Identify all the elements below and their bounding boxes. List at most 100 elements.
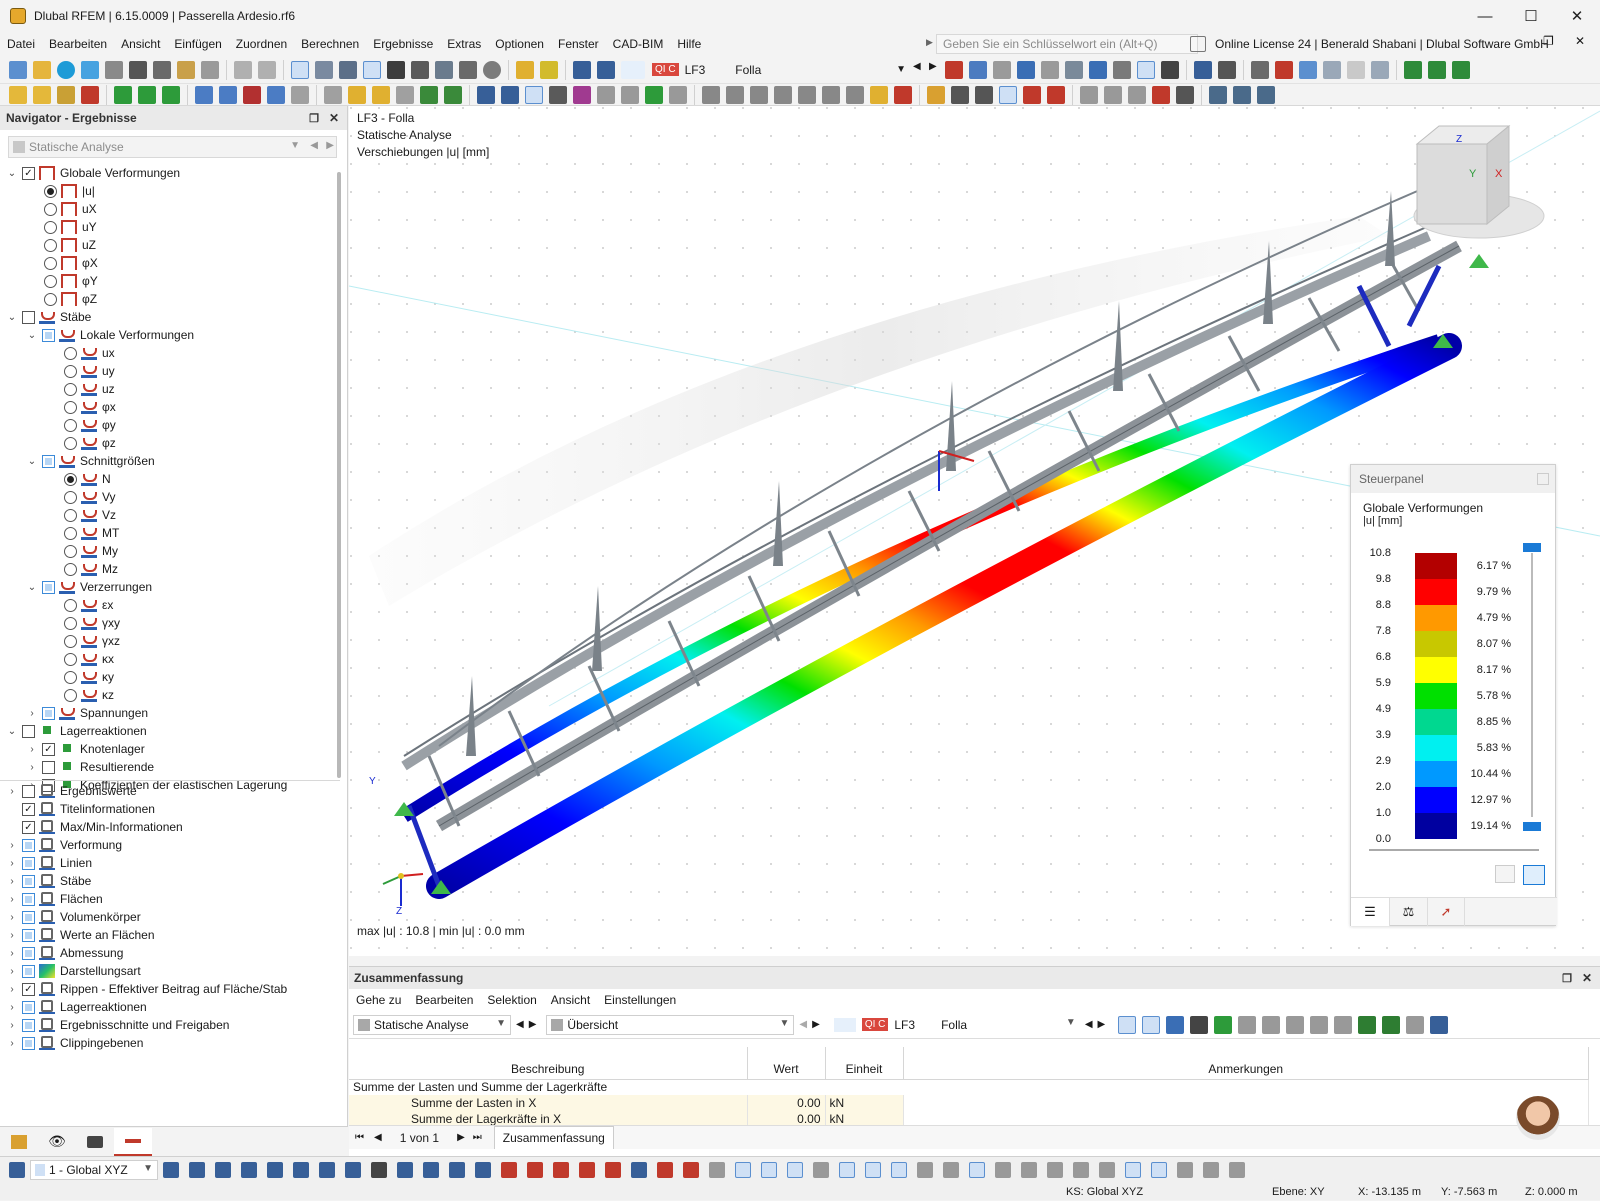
tree-item-gxy[interactable]: γxy (0, 614, 340, 632)
nodal-support-icon[interactable] (114, 85, 132, 104)
menu-hilfe[interactable]: Hilfe (670, 37, 708, 51)
tree-item-mz[interactable]: Mz (0, 560, 340, 578)
display-item-flaechen[interactable]: › Flächen (0, 890, 340, 908)
axis-x-icon[interactable] (1404, 60, 1422, 79)
grid-view-icon[interactable] (1334, 1015, 1353, 1034)
polyline-draw-icon[interactable] (553, 1162, 569, 1178)
display-item-rippen[interactable]: › ✓ Rippen - Effektiver Beitrag auf Fläche… (0, 980, 340, 998)
summary-pin-icon[interactable]: ❐ (1562, 972, 1572, 985)
table-results-icon[interactable] (540, 60, 558, 79)
radio[interactable] (44, 220, 57, 234)
snap-number-icon[interactable] (475, 1162, 491, 1178)
display-item-verformung[interactable]: › Verformung (0, 836, 340, 854)
ortho-draw-icon[interactable] (657, 1162, 673, 1178)
tree-item-luz[interactable]: uz (0, 380, 340, 398)
menu-datei[interactable]: Datei (0, 37, 42, 51)
prev-icon[interactable]: ◀ (516, 1019, 524, 1030)
display-item-maxmin[interactable]: ✓ Max/Min-Informationen (0, 818, 340, 836)
document-icon[interactable] (459, 60, 477, 79)
snap-mid-icon[interactable] (345, 1162, 361, 1178)
cancel-square-icon[interactable] (943, 1162, 959, 1178)
tree-item-lphix[interactable]: φx (0, 398, 340, 416)
label-icon[interactable] (1104, 85, 1122, 104)
tree-item-mt[interactable]: MT (0, 524, 340, 542)
imposed-icon[interactable] (291, 85, 309, 104)
print-icon[interactable] (153, 60, 171, 79)
menu-ansicht[interactable]: Ansicht (114, 37, 167, 51)
redo-icon[interactable] (258, 60, 276, 79)
table-group-row[interactable]: Summe der Lasten und Summe der Lagerkräf… (349, 1079, 1589, 1095)
checkbox[interactable] (22, 874, 35, 888)
print-preview-icon[interactable] (105, 60, 123, 79)
display-icon[interactable] (1089, 60, 1107, 79)
tree-item-lokale-verformungen[interactable]: ⌄ Lokale Verformungen (0, 326, 340, 344)
checkbox[interactable] (42, 454, 55, 468)
radio[interactable] (64, 364, 77, 378)
layers-stack-2-icon[interactable] (1233, 85, 1251, 104)
menu-ergebnisse[interactable]: Ergebnisse (366, 37, 440, 51)
tree-item-lphiz[interactable]: φz (0, 434, 340, 452)
legend-scale-button[interactable] (1523, 865, 1545, 885)
coordinate-system-select[interactable]: 1 - Global XYZ ▼ (30, 1160, 158, 1180)
radio[interactable] (64, 562, 77, 576)
tree-item-gxz[interactable]: γxz (0, 632, 340, 650)
menu-cad-bim[interactable]: CAD-BIM (606, 37, 671, 51)
radio[interactable] (64, 652, 77, 666)
display-item-werte-an-flaechen[interactable]: › Werte an Flächen (0, 926, 340, 944)
radio[interactable] (64, 508, 77, 522)
export-icon[interactable] (597, 60, 615, 79)
support-icon[interactable] (1214, 1015, 1233, 1034)
radio[interactable] (64, 490, 77, 504)
dimension-icon[interactable] (339, 60, 357, 79)
radio[interactable] (64, 436, 77, 450)
summary-menu-selektion[interactable]: Selektion (480, 993, 543, 1007)
menu-optionen[interactable]: Optionen (488, 37, 551, 51)
tree-item-kx[interactable]: κx (0, 650, 340, 668)
view-box-icon[interactable] (1323, 60, 1341, 79)
prev-page-icon[interactable]: ◀ (374, 1132, 382, 1143)
tab-views[interactable] (76, 1128, 114, 1156)
prev-icon[interactable]: ◀ (310, 140, 318, 151)
next-icon[interactable]: ▶ (1098, 1019, 1106, 1030)
tree-item-n[interactable]: N (0, 470, 340, 488)
columns-icon[interactable] (1262, 1015, 1281, 1034)
snap-surface-icon[interactable] (241, 1162, 257, 1178)
checkbox[interactable] (42, 760, 55, 774)
radio[interactable] (44, 292, 57, 306)
ruler-icon[interactable] (1203, 1162, 1219, 1178)
radio[interactable] (64, 382, 77, 396)
guide-line-icon[interactable] (348, 85, 366, 104)
corner-icon[interactable] (969, 1162, 985, 1178)
tab-zusammenfassung[interactable]: Zusammenfassung (493, 1126, 614, 1149)
line-support-icon[interactable] (138, 85, 156, 104)
mirror-icon[interactable] (573, 85, 591, 104)
tree-item-lphiy[interactable]: φy (0, 416, 340, 434)
view-side-icon[interactable] (1371, 60, 1389, 79)
view-iso-icon[interactable] (1299, 60, 1317, 79)
offset-icon[interactable] (846, 85, 864, 104)
tree-item-ky[interactable]: κy (0, 668, 340, 686)
checkbox[interactable] (42, 328, 55, 342)
merge-icon[interactable] (750, 85, 768, 104)
snap-solid-icon[interactable] (267, 1162, 283, 1178)
opening-icon[interactable] (444, 85, 462, 104)
snap-line-icon[interactable] (189, 1162, 205, 1178)
funnel-icon[interactable] (477, 85, 495, 104)
next-page-icon[interactable]: ▶ (457, 1132, 465, 1143)
prev-lc-icon[interactable]: ◀ (913, 61, 923, 79)
project-icon[interactable] (621, 85, 639, 104)
deselect-icon[interactable] (1047, 85, 1065, 104)
menu-extras[interactable]: Extras (440, 37, 488, 51)
restore-icon[interactable]: ❐ (1543, 34, 1554, 48)
next-icon[interactable]: ▶ (812, 1019, 820, 1030)
sync-selection-icon[interactable] (1118, 1015, 1137, 1034)
angle-icon[interactable] (865, 1162, 881, 1178)
control-panel-close-icon[interactable] (1537, 473, 1549, 485)
radio[interactable] (64, 526, 77, 540)
tree-item-phiz[interactable]: φZ (0, 290, 340, 308)
loadcase-selector[interactable]: QI C LF3 Folla ▼ (648, 60, 910, 80)
analysis-select[interactable]: Statische Analyse ▼ ◀ ▶ (8, 136, 337, 158)
anchor-icon[interactable] (1229, 1162, 1245, 1178)
close-button[interactable]: ✕ (1554, 0, 1600, 32)
funnel-icon[interactable] (1430, 1015, 1449, 1034)
